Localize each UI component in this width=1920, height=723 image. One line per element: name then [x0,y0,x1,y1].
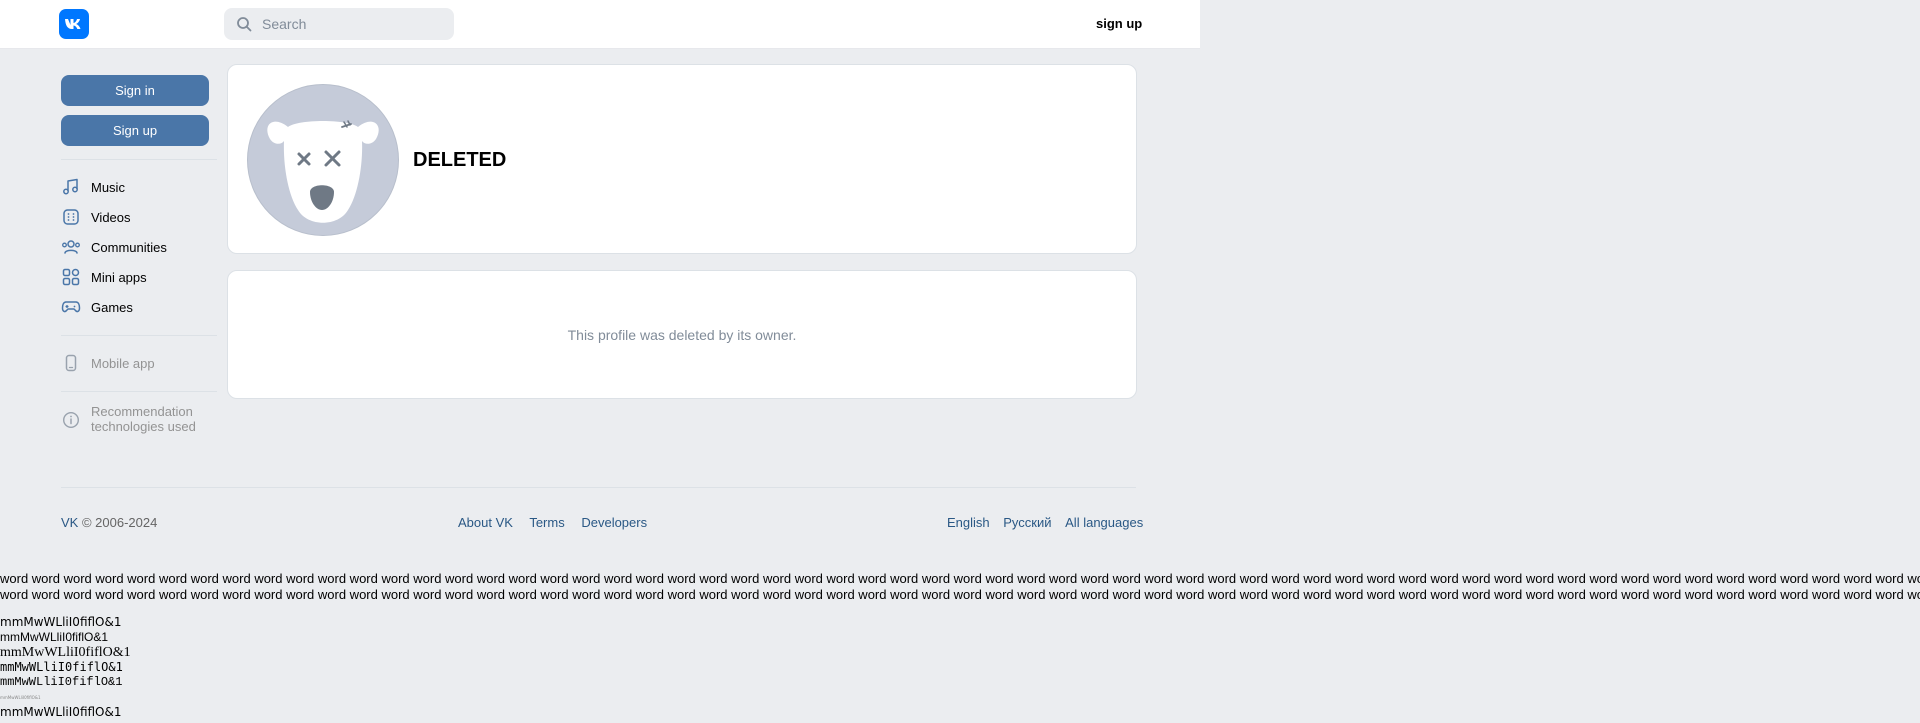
sidebar-item-mini-apps[interactable]: Mini apps [61,262,217,292]
gamepad-icon [61,297,81,317]
info-circle-icon [61,410,81,430]
vk-logo-icon[interactable] [59,9,89,39]
sidebar-divider [61,159,217,160]
video-film-icon [61,207,81,227]
users-icon [61,237,81,257]
footer-links: About VK Terms Developers [458,515,660,530]
sidebar-item-music[interactable]: Music [61,172,217,202]
sidebar-item-mobile-app[interactable]: Mobile app [61,348,217,378]
glyph-sample-liberation-sans: mmMwWLliI0fiflO&1 [0,630,109,644]
language-all[interactable]: All languages [1065,515,1143,530]
word-line: word word word word word word word word … [0,587,1920,602]
profile-deleted-message: This profile was deleted by its owner. [567,327,797,343]
footer-divider [61,487,1136,488]
header-sign-up-link[interactable]: sign up [1096,16,1142,31]
glyph-sample-serif: mmMwWLliI0fiflO&1 [0,645,131,660]
deleted-dog-icon [267,120,379,223]
left-sidebar: Sign in Sign up Music Videos Communities… [61,75,217,434]
search-input[interactable] [260,15,454,33]
sidebar-item-games[interactable]: Games [61,292,217,322]
profile-name: DELETED [413,149,507,171]
sign-in-button[interactable]: Sign in [61,75,209,106]
sidebar-item-label: Mobile app [91,355,155,371]
glyph-sample-tiny: mmMwWLliI0fiflO&1 [0,695,41,700]
sidebar-item-label: Videos [91,209,131,225]
language-russian[interactable]: Русский [1003,515,1051,530]
sidebar-item-label: Music [91,179,125,195]
word-repetition-text: word word word word word word word word … [0,571,1920,603]
profile-deleted-card: This profile was deleted by its owner. [227,270,1137,399]
footer-link-about[interactable]: About VK [458,515,513,530]
sidebar-item-label: Games [91,299,133,315]
language-english[interactable]: English [947,515,990,530]
sidebar-item-label: Mini apps [91,269,147,285]
deleted-user-avatar [247,84,399,236]
recommendation-line-1: Recommendation [91,404,193,419]
sign-up-button[interactable]: Sign up [61,115,209,146]
smartphone-icon [61,353,81,373]
recommendation-label: Recommendation technologies used [91,404,196,434]
sidebar-item-communities[interactable]: Communities [61,232,217,262]
footer-link-developers[interactable]: Developers [581,515,647,530]
top-navigation-bar: sign up [0,0,1200,49]
grid-apps-icon [61,267,81,287]
recommendation-technologies-link[interactable]: Recommendation technologies used [61,404,217,434]
footer-brand-link[interactable]: VK [61,515,78,530]
glyph-sample-dejavu-mono: mmMwWLliI0fiflO&1 [0,660,123,674]
glyph-sample-liberation-mono: mmMwWLliI0fiflO&1 [0,675,123,689]
footer-link-terms[interactable]: Terms [529,515,564,530]
search-box[interactable] [224,8,454,40]
sidebar-item-videos[interactable]: Videos [61,202,217,232]
sidebar-item-label: Communities [91,239,167,255]
sidebar-divider [61,391,217,392]
word-line: word word word word word word word word … [0,571,1920,586]
font-test-block: word word word word word word word word … [0,571,1920,720]
footer-languages: English Русский All languages [947,515,1143,530]
glyph-sample-dejavu-sans-2: mmMwWLliI0fiflO&1 [0,705,122,719]
recommendation-line-2: technologies used [91,419,196,434]
music-note-icon [61,177,81,197]
sidebar-divider [61,335,217,336]
glyph-sample-dejavu-sans: mmMwWLliI0fiflO&1 [0,615,122,629]
footer-copyright-text: © 2006-2024 [81,515,158,530]
footer-copyright: VK © 2006-2024 [61,515,157,530]
search-icon [236,16,252,32]
profile-header-card: DELETED [227,64,1137,254]
